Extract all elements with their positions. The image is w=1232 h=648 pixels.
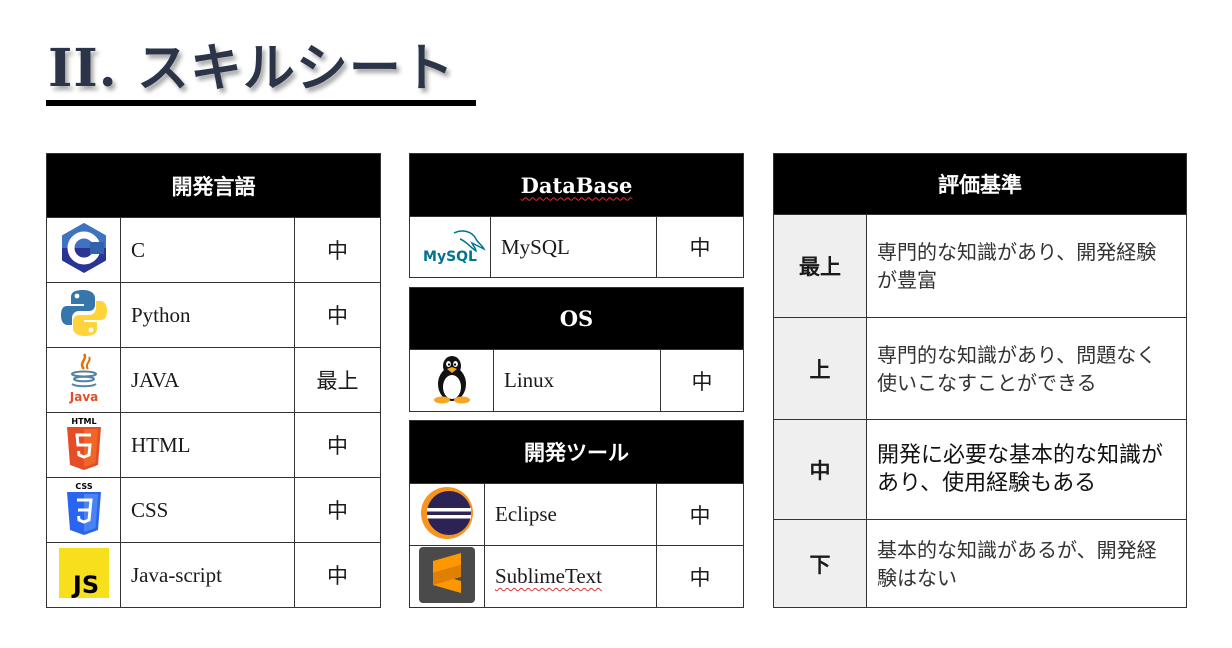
sublime-text-icon: [419, 546, 475, 603]
languages-header: 開発言語: [45, 153, 382, 218]
grade-description: 専門的な知識があり、開発経験が豊富: [866, 214, 1187, 318]
language-level: 中: [293, 282, 382, 348]
python-icon: [60, 290, 107, 336]
language-name: HTML: [120, 412, 295, 478]
database-name: MySQL: [490, 216, 657, 278]
grade-label: 下: [773, 519, 867, 608]
c-language-icon: [61, 223, 106, 273]
os-header: OS: [408, 287, 745, 350]
grade-description: 基本的な知識があるが、開発経験はない: [866, 519, 1187, 608]
database-header: DataBase: [520, 172, 633, 198]
evaluation-header: 評価基準: [773, 153, 1187, 215]
table-row: JS Java-script 中: [46, 542, 382, 608]
table-row: Linux 中: [409, 349, 745, 412]
linux-tux-icon: [433, 355, 470, 403]
title-underline: [46, 100, 476, 106]
table-row: Eclipse 中: [409, 483, 745, 546]
os-table: OS Linux 中: [408, 287, 745, 412]
os-level: 中: [659, 349, 745, 412]
language-level: 中: [293, 477, 382, 543]
table-row: 下 基本的な知識があるが、開発経験はない: [773, 519, 1187, 608]
svg-text:CSS: CSS: [75, 482, 92, 491]
grade-label: 最上: [773, 214, 867, 318]
svg-text:JS: JS: [70, 571, 98, 598]
languages-table: 開発言語 C 中 Python 中 Java JAVA 最上 HTML HTML…: [45, 153, 382, 608]
table-row: CSS CSS 中: [46, 477, 382, 543]
grade-description: 開発に必要な基本的な知識があり、使用経験もある: [866, 419, 1187, 520]
table-row: Java JAVA 最上: [46, 347, 382, 413]
table-row: Python 中: [46, 282, 382, 348]
eclipse-icon: [421, 486, 473, 539]
language-level: 中: [293, 217, 382, 283]
tools-table: 開発ツール Eclipse 中 SublimeText 中: [408, 420, 745, 608]
language-level: 中: [293, 542, 382, 608]
tools-header: 開発ツール: [408, 420, 745, 484]
os-name: Linux: [493, 349, 661, 412]
svg-text:HTML: HTML: [71, 417, 96, 426]
java-icon: Java: [68, 353, 98, 404]
grade-description: 専門的な知識があり、問題なく使いこなすことができる: [866, 317, 1187, 420]
svg-text:Java: Java: [68, 390, 97, 404]
database-table: DataBase MySQL MySQL 中: [408, 153, 745, 278]
table-row: 最上 専門的な知識があり、開発経験が豊富: [773, 214, 1187, 318]
language-name: Java-script: [120, 542, 295, 608]
table-row: SublimeText 中: [409, 545, 745, 608]
database-level: 中: [655, 216, 745, 278]
grade-label: 上: [773, 317, 867, 420]
table-row: 上 専門的な知識があり、問題なく使いこなすことができる: [773, 317, 1187, 420]
tool-level: 中: [655, 545, 745, 608]
table-row: HTML HTML 中: [46, 412, 382, 478]
tool-name: Eclipse: [484, 483, 657, 546]
table-row: C 中: [46, 217, 382, 283]
language-name: JAVA: [120, 347, 295, 413]
language-name: CSS: [120, 477, 295, 543]
svg-text:MySQL: MySQL: [423, 249, 477, 265]
html5-icon: HTML: [66, 417, 101, 470]
tool-level: 中: [655, 483, 745, 546]
table-row: 中 開発に必要な基本的な知識があり、使用経験もある: [773, 419, 1187, 520]
language-name: Python: [120, 282, 295, 348]
grade-label: 中: [773, 419, 867, 520]
tool-name: SublimeText: [495, 564, 603, 588]
javascript-icon: JS: [58, 548, 109, 599]
evaluation-table: 評価基準 最上 専門的な知識があり、開発経験が豊富 上 専門的な知識があり、問題…: [773, 153, 1187, 608]
language-level: 中: [293, 412, 382, 478]
css3-icon: CSS: [66, 482, 101, 535]
page-title: II. スキルシート: [48, 38, 455, 99]
language-name: C: [120, 217, 295, 283]
table-row: MySQL MySQL 中: [409, 216, 745, 278]
mysql-icon: MySQL: [423, 230, 486, 265]
language-level: 最上: [293, 347, 382, 413]
